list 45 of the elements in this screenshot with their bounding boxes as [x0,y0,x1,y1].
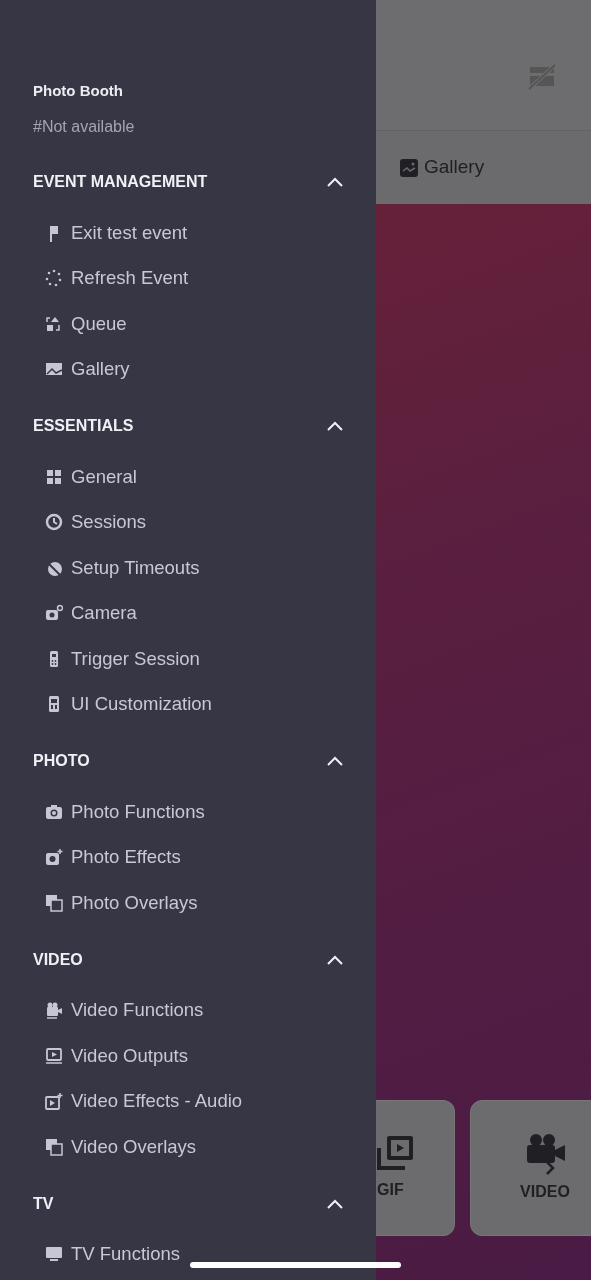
menu-item[interactable]: Photo Functions [45,789,343,835]
monitor-icon [45,1245,63,1264]
video-sparkle-icon [45,1092,63,1111]
queue-icon [45,314,63,333]
menu-item[interactable]: Setup Timeouts [45,545,343,591]
app-title: Photo Booth [33,81,124,101]
section-header[interactable]: TV [33,1186,343,1221]
section-header[interactable]: EVENT MANAGEMENT [33,165,343,199]
menu-item[interactable]: Exit test event [45,210,343,256]
video-overlay-icon [45,1137,63,1156]
menu-item[interactable]: Sessions [45,499,343,545]
menu-item[interactable]: UI Customization [45,681,343,727]
menu-item[interactable]: TV Functions [45,1231,343,1277]
menu-item[interactable]: Video Overlays [45,1124,343,1170]
camera-sparkle-icon [45,848,63,867]
section-header[interactable]: PHOTO [33,744,343,778]
menu-item[interactable]: Video Outputs [45,1033,343,1079]
menu-item[interactable]: General [45,454,343,500]
card-off-icon[interactable] [527,63,557,91]
overlay-icon [45,893,63,912]
chevron-up-icon [327,954,343,965]
chevron-up-icon [327,756,343,766]
image-icon [400,158,418,177]
section-header[interactable]: VIDEO [33,942,343,977]
monitor-play-icon [45,1046,63,1065]
camera-icon [45,802,63,821]
spinner-icon [45,269,63,288]
menu-item[interactable]: Video Functions [45,987,343,1033]
chevron-up-icon [327,1198,343,1209]
clock-icon [45,513,63,532]
menu-item[interactable]: Video Effects - Audio [45,1078,343,1124]
video-camera-icon [45,1001,63,1020]
menu-item[interactable]: Gallery [45,346,343,392]
menu-item[interactable]: Photo Effects [45,834,343,880]
camera-gear-icon [45,604,63,623]
menu-item[interactable]: Photo Overlays [45,880,343,926]
menu-item[interactable]: Trigger Session [45,636,343,682]
menu-item[interactable]: Refresh Event [45,255,343,301]
grid-icon [45,467,63,486]
event-subtitle: #Not available [33,117,136,137]
menu-item[interactable]: Queue [45,301,343,347]
section-header[interactable]: ESSENTIALS [33,409,343,443]
chevron-up-icon [327,421,343,431]
menu-item[interactable]: Camera [45,590,343,636]
chevron-up-icon [327,177,343,187]
